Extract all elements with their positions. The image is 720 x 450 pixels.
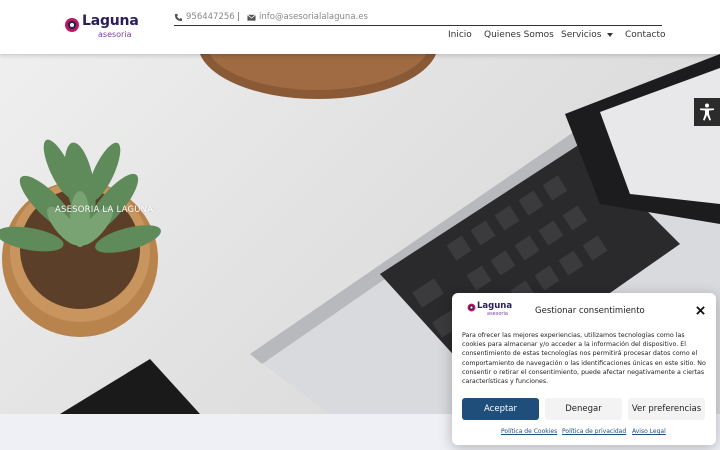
envelope-icon	[247, 13, 256, 21]
nav-servicios[interactable]: Servicios	[561, 30, 614, 40]
nav-servicios-label: Servicios	[561, 30, 602, 40]
preferences-button[interactable]: Ver preferencias	[628, 398, 705, 420]
email-link[interactable]: info@asesorialalaguna.es	[247, 12, 368, 22]
legal-notice-link[interactable]: Aviso Legal	[632, 428, 666, 435]
consent-title: Gestionar consentimiento	[535, 306, 645, 316]
site-header: Laguna asesoria 956447256 | info@asesori…	[0, 0, 720, 54]
nav-quienes-somos[interactable]: Quienes Somos	[484, 30, 554, 40]
cookie-consent-dialog: Laguna asesoria Gestionar consentimiento…	[452, 293, 716, 445]
contact-separator: |	[237, 12, 240, 22]
logo-mark-icon	[467, 303, 476, 312]
email-address: info@asesorialalaguna.es	[259, 12, 368, 22]
brand-sub: asesoria	[98, 30, 132, 39]
logo-mark-icon	[65, 18, 79, 32]
close-icon	[695, 305, 705, 315]
hero-title: ASESORIA LA LAGUNA	[55, 205, 154, 215]
consent-brand-name: Laguna	[477, 301, 513, 311]
phone-number: 956447256	[186, 12, 235, 22]
deny-button[interactable]: Denegar	[545, 398, 622, 420]
brand-logo[interactable]: Laguna asesoria	[64, 13, 144, 43]
consent-brand-sub: asesoria	[487, 311, 508, 317]
contact-bar: 956447256 | info@asesorialalaguna.es	[174, 10, 662, 26]
consent-logo: Laguna asesoria	[467, 301, 515, 317]
caret-down-icon	[607, 32, 614, 37]
cookie-policy-link[interactable]: Política de Cookies	[501, 428, 557, 435]
nav-contacto[interactable]: Contacto	[625, 30, 666, 40]
accept-button[interactable]: Aceptar	[462, 398, 539, 420]
privacy-policy-link[interactable]: Política de privacidad	[562, 428, 626, 435]
phone-link[interactable]: 956447256	[174, 12, 235, 22]
consent-body: Para ofrecer las mejores experiencias, u…	[462, 332, 706, 386]
accessibility-toggle[interactable]	[694, 98, 720, 126]
nav-inicio[interactable]: Inicio	[448, 30, 472, 40]
accessibility-icon	[700, 103, 714, 121]
brand-name: Laguna	[82, 13, 139, 29]
phone-icon	[174, 13, 183, 21]
close-button[interactable]	[693, 303, 707, 317]
